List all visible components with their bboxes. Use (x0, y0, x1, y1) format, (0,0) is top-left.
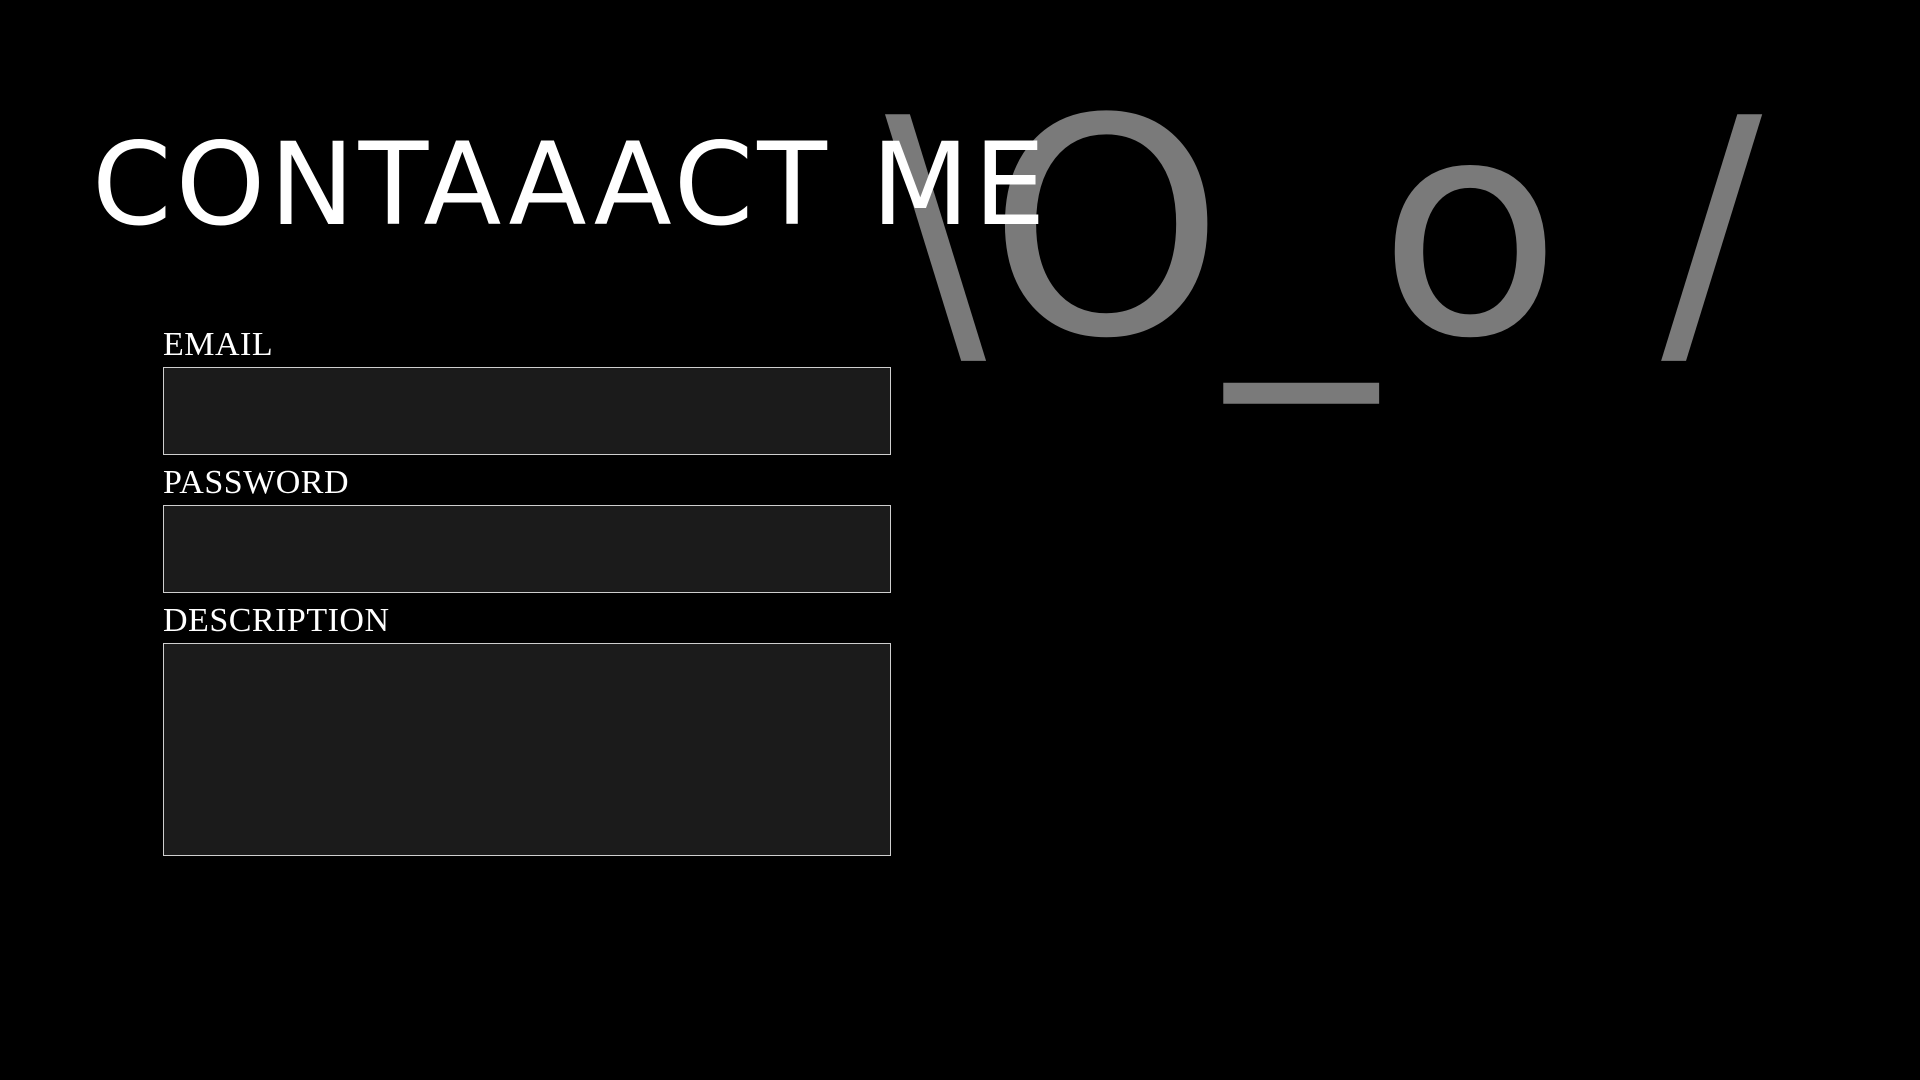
email-label: EMAIL (163, 326, 274, 363)
password-field[interactable] (163, 505, 891, 593)
contact-form: EMAIL PASSWORD DESCRIPTION (163, 325, 891, 856)
description-label: DESCRIPTION (163, 602, 390, 639)
email-field[interactable] (163, 367, 891, 455)
description-field[interactable] (163, 643, 891, 856)
password-label: PASSWORD (163, 464, 350, 501)
page-title: CONTAAACT ME (92, 118, 1050, 251)
